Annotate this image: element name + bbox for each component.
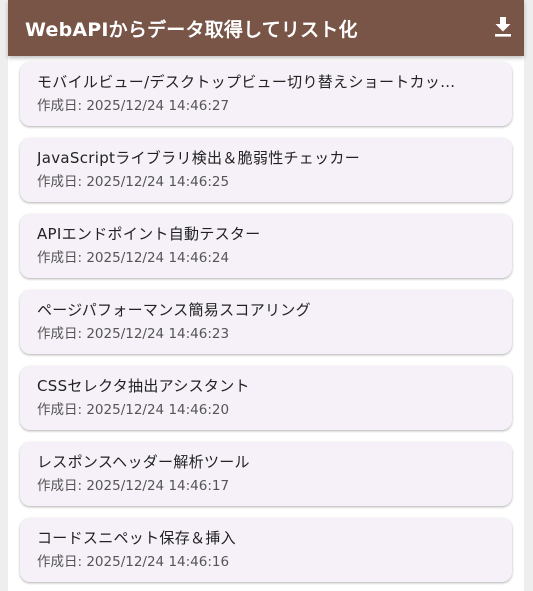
list-item[interactable]: JavaScriptライブラリ検出＆脆弱性チェッカー 作成日: 2025/12/… bbox=[20, 138, 512, 202]
item-title: レスポンスヘッダー解析ツール bbox=[37, 453, 250, 471]
list-item[interactable]: レスポンスヘッダー解析ツール 作成日: 2025/12/24 14:46:17 bbox=[20, 442, 512, 506]
item-created-date: 作成日: 2025/12/24 14:46:16 bbox=[37, 554, 230, 570]
item-title: CSSセレクタ抽出アシスタント bbox=[37, 377, 250, 395]
list-item[interactable]: コードスニペット保存＆挿入 作成日: 2025/12/24 14:46:16 bbox=[20, 518, 512, 582]
item-created-date: 作成日: 2025/12/24 14:46:27 bbox=[37, 98, 230, 114]
right-gutter bbox=[524, 0, 533, 591]
download-icon bbox=[495, 17, 511, 37]
item-list: モバイルビュー/デスクトップビュー切り替えショートカッ… 作成日: 2025/1… bbox=[8, 56, 524, 582]
list-item[interactable]: CSSセレクタ抽出アシスタント 作成日: 2025/12/24 14:46:20 bbox=[20, 366, 512, 430]
item-title: モバイルビュー/デスクトップビュー切り替えショートカッ… bbox=[37, 73, 456, 91]
item-created-date: 作成日: 2025/12/24 14:46:17 bbox=[37, 478, 230, 494]
list-item[interactable]: ページパフォーマンス簡易スコアリング 作成日: 2025/12/24 14:46… bbox=[20, 290, 512, 354]
item-created-date: 作成日: 2025/12/24 14:46:20 bbox=[37, 402, 230, 418]
item-title: コードスニペット保存＆挿入 bbox=[37, 529, 236, 547]
app-title: WebAPIからデータ取得してリスト化 bbox=[25, 18, 358, 41]
left-gutter bbox=[0, 0, 8, 591]
list-item[interactable]: APIエンドポイント自動テスター 作成日: 2025/12/24 14:46:2… bbox=[20, 214, 512, 278]
app-bar: WebAPIからデータ取得してリスト化 bbox=[8, 0, 524, 56]
item-title: APIエンドポイント自動テスター bbox=[37, 225, 261, 243]
content-area: モバイルビュー/デスクトップビュー切り替えショートカッ… 作成日: 2025/1… bbox=[8, 56, 524, 591]
item-created-date: 作成日: 2025/12/24 14:46:23 bbox=[37, 326, 230, 342]
item-title: JavaScriptライブラリ検出＆脆弱性チェッカー bbox=[37, 149, 360, 167]
item-created-date: 作成日: 2025/12/24 14:46:25 bbox=[37, 174, 230, 190]
item-title: ページパフォーマンス簡易スコアリング bbox=[37, 301, 311, 319]
list-item[interactable]: モバイルビュー/デスクトップビュー切り替えショートカッ… 作成日: 2025/1… bbox=[20, 62, 512, 126]
item-created-date: 作成日: 2025/12/24 14:46:24 bbox=[37, 250, 230, 266]
download-button[interactable] bbox=[490, 14, 516, 40]
